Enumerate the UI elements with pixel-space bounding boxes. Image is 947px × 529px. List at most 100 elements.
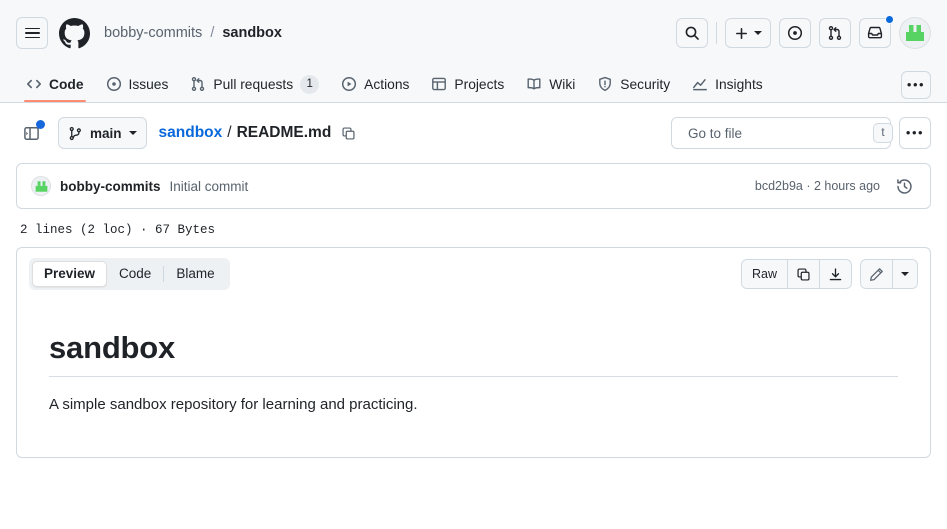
tab-preview[interactable]: Preview xyxy=(32,261,108,287)
repo-nav-overflow-button[interactable]: ••• xyxy=(901,71,931,99)
file-path-breadcrumb: sandbox / README.md xyxy=(159,124,357,142)
tab-security-label: Security xyxy=(620,76,671,92)
file-stats: 2 lines (2 loc) · 67 Bytes xyxy=(20,223,216,237)
breadcrumb-separator: / xyxy=(210,25,215,41)
view-mode-switch: Preview Code Blame xyxy=(29,258,230,290)
breadcrumb-owner[interactable]: bobby-commits xyxy=(104,25,202,41)
branch-selector-button[interactable]: main xyxy=(58,117,147,149)
search-icon xyxy=(685,26,699,40)
tab-wiki-label: Wiki xyxy=(549,76,576,92)
file-content-box: Preview Code Blame Raw sandbox A simple … xyxy=(16,247,931,458)
tab-code[interactable]: Code xyxy=(16,66,94,102)
tab-wiki[interactable]: Wiki xyxy=(516,66,585,102)
file-options-label: ••• xyxy=(905,125,925,140)
app-header: bobby-commits / sandbox xyxy=(0,0,947,66)
tab-insights-label: Insights xyxy=(715,76,763,92)
commit-history-button[interactable] xyxy=(892,174,916,198)
file-options-button[interactable]: ••• xyxy=(899,117,931,149)
readme-paragraph: A simple sandbox repository for learning… xyxy=(49,396,418,413)
breadcrumb-repo[interactable]: sandbox xyxy=(222,25,282,41)
git-pull-request-icon xyxy=(828,26,842,41)
copy-path-button[interactable] xyxy=(341,126,356,141)
chevron-down-icon xyxy=(128,131,137,135)
readme-rendered-content: sandbox A simple sandbox repository for … xyxy=(17,300,930,457)
your-issues-button[interactable] xyxy=(779,18,811,48)
global-search-button[interactable] xyxy=(676,18,708,48)
shield-icon xyxy=(599,76,612,92)
inbox-icon xyxy=(867,26,883,39)
code-icon xyxy=(27,79,41,89)
sidebar-notification-dot xyxy=(36,120,45,129)
create-new-button[interactable] xyxy=(725,18,771,48)
edit-file-button[interactable] xyxy=(861,260,893,288)
copy-raw-contents-button[interactable] xyxy=(788,260,820,288)
tab-actions-label: Actions xyxy=(364,76,410,92)
tab-pull-requests[interactable]: Pull requests 1 xyxy=(180,66,329,102)
github-logo-icon[interactable] xyxy=(58,17,90,49)
hamburger-menu-button[interactable] xyxy=(16,17,48,49)
your-pull-requests-button[interactable] xyxy=(819,18,851,48)
raw-button[interactable]: Raw xyxy=(741,260,788,288)
tab-issues[interactable]: Issues xyxy=(96,66,179,102)
raw-copy-download-group: Raw xyxy=(740,259,852,289)
tab-security[interactable]: Security xyxy=(587,66,680,102)
path-file-name: README.md xyxy=(236,124,332,141)
commit-left-group: bobby-commits Initial commit xyxy=(31,176,248,196)
tab-code-label: Code xyxy=(49,76,84,92)
play-icon xyxy=(342,76,357,92)
tab-issues-label: Issues xyxy=(128,76,169,92)
download-raw-file-button[interactable] xyxy=(820,260,851,288)
latest-commit-bar: bobby-commits Initial commit bcd2b9a · 2… xyxy=(16,163,931,209)
edit-file-dropdown-button[interactable] xyxy=(893,260,917,288)
commit-author-name[interactable]: bobby-commits xyxy=(60,179,161,194)
pencil-icon xyxy=(870,267,883,281)
plus-icon xyxy=(736,27,747,39)
branch-name-label: main xyxy=(90,125,122,141)
header-right-group xyxy=(676,15,931,49)
pull-requests-count-badge: 1 xyxy=(300,74,320,94)
git-branch-icon xyxy=(69,126,81,140)
issue-opened-icon xyxy=(106,76,121,92)
header-left-group: bobby-commits / sandbox xyxy=(16,17,282,49)
copy-icon xyxy=(797,267,810,281)
tab-blame[interactable]: Blame xyxy=(164,261,226,287)
tab-code-view[interactable]: Code xyxy=(107,261,163,287)
readme-heading: sandbox xyxy=(49,330,898,377)
tab-projects-label: Projects xyxy=(454,76,505,92)
user-avatar-icon xyxy=(906,25,924,41)
history-icon xyxy=(896,178,912,194)
issue-opened-icon xyxy=(787,25,803,41)
file-actions-group: Raw xyxy=(740,259,918,289)
edit-file-group xyxy=(860,259,918,289)
chevron-down-icon xyxy=(901,272,909,276)
breadcrumb: bobby-commits / sandbox xyxy=(104,25,282,41)
table-icon xyxy=(432,77,447,91)
avatar[interactable] xyxy=(899,17,931,49)
header-divider xyxy=(716,22,717,44)
commit-sha-and-time[interactable]: bcd2b9a · 2 hours ago xyxy=(755,179,880,193)
go-to-file-search[interactable]: t xyxy=(671,117,893,149)
graph-icon xyxy=(693,79,708,91)
file-content-toolbar: Preview Code Blame Raw xyxy=(17,248,930,300)
chevron-down-icon xyxy=(754,31,762,35)
hamburger-icon xyxy=(24,27,40,39)
go-to-file-shortcut-badge: t xyxy=(873,123,893,143)
commit-message[interactable]: Initial commit xyxy=(170,179,249,194)
go-to-file-input[interactable] xyxy=(688,125,865,141)
repo-nav-overflow-label: ••• xyxy=(906,77,926,92)
commit-author-avatar[interactable] xyxy=(31,176,51,196)
git-pull-request-icon xyxy=(192,77,205,92)
download-icon xyxy=(829,267,842,280)
notification-indicator-dot xyxy=(885,15,894,24)
tab-projects[interactable]: Projects xyxy=(421,66,514,102)
tab-insights[interactable]: Insights xyxy=(682,66,773,102)
copy-icon xyxy=(342,126,355,140)
tab-actions[interactable]: Actions xyxy=(331,66,419,102)
path-separator: / xyxy=(227,124,232,141)
sidebar-expand-button[interactable] xyxy=(16,118,46,148)
path-directory-link[interactable]: sandbox xyxy=(159,124,223,142)
file-header-right-group: t ••• xyxy=(671,117,931,149)
user-avatar-icon xyxy=(35,180,47,192)
book-icon xyxy=(527,78,541,90)
tab-pull-requests-label: Pull requests xyxy=(213,76,294,92)
